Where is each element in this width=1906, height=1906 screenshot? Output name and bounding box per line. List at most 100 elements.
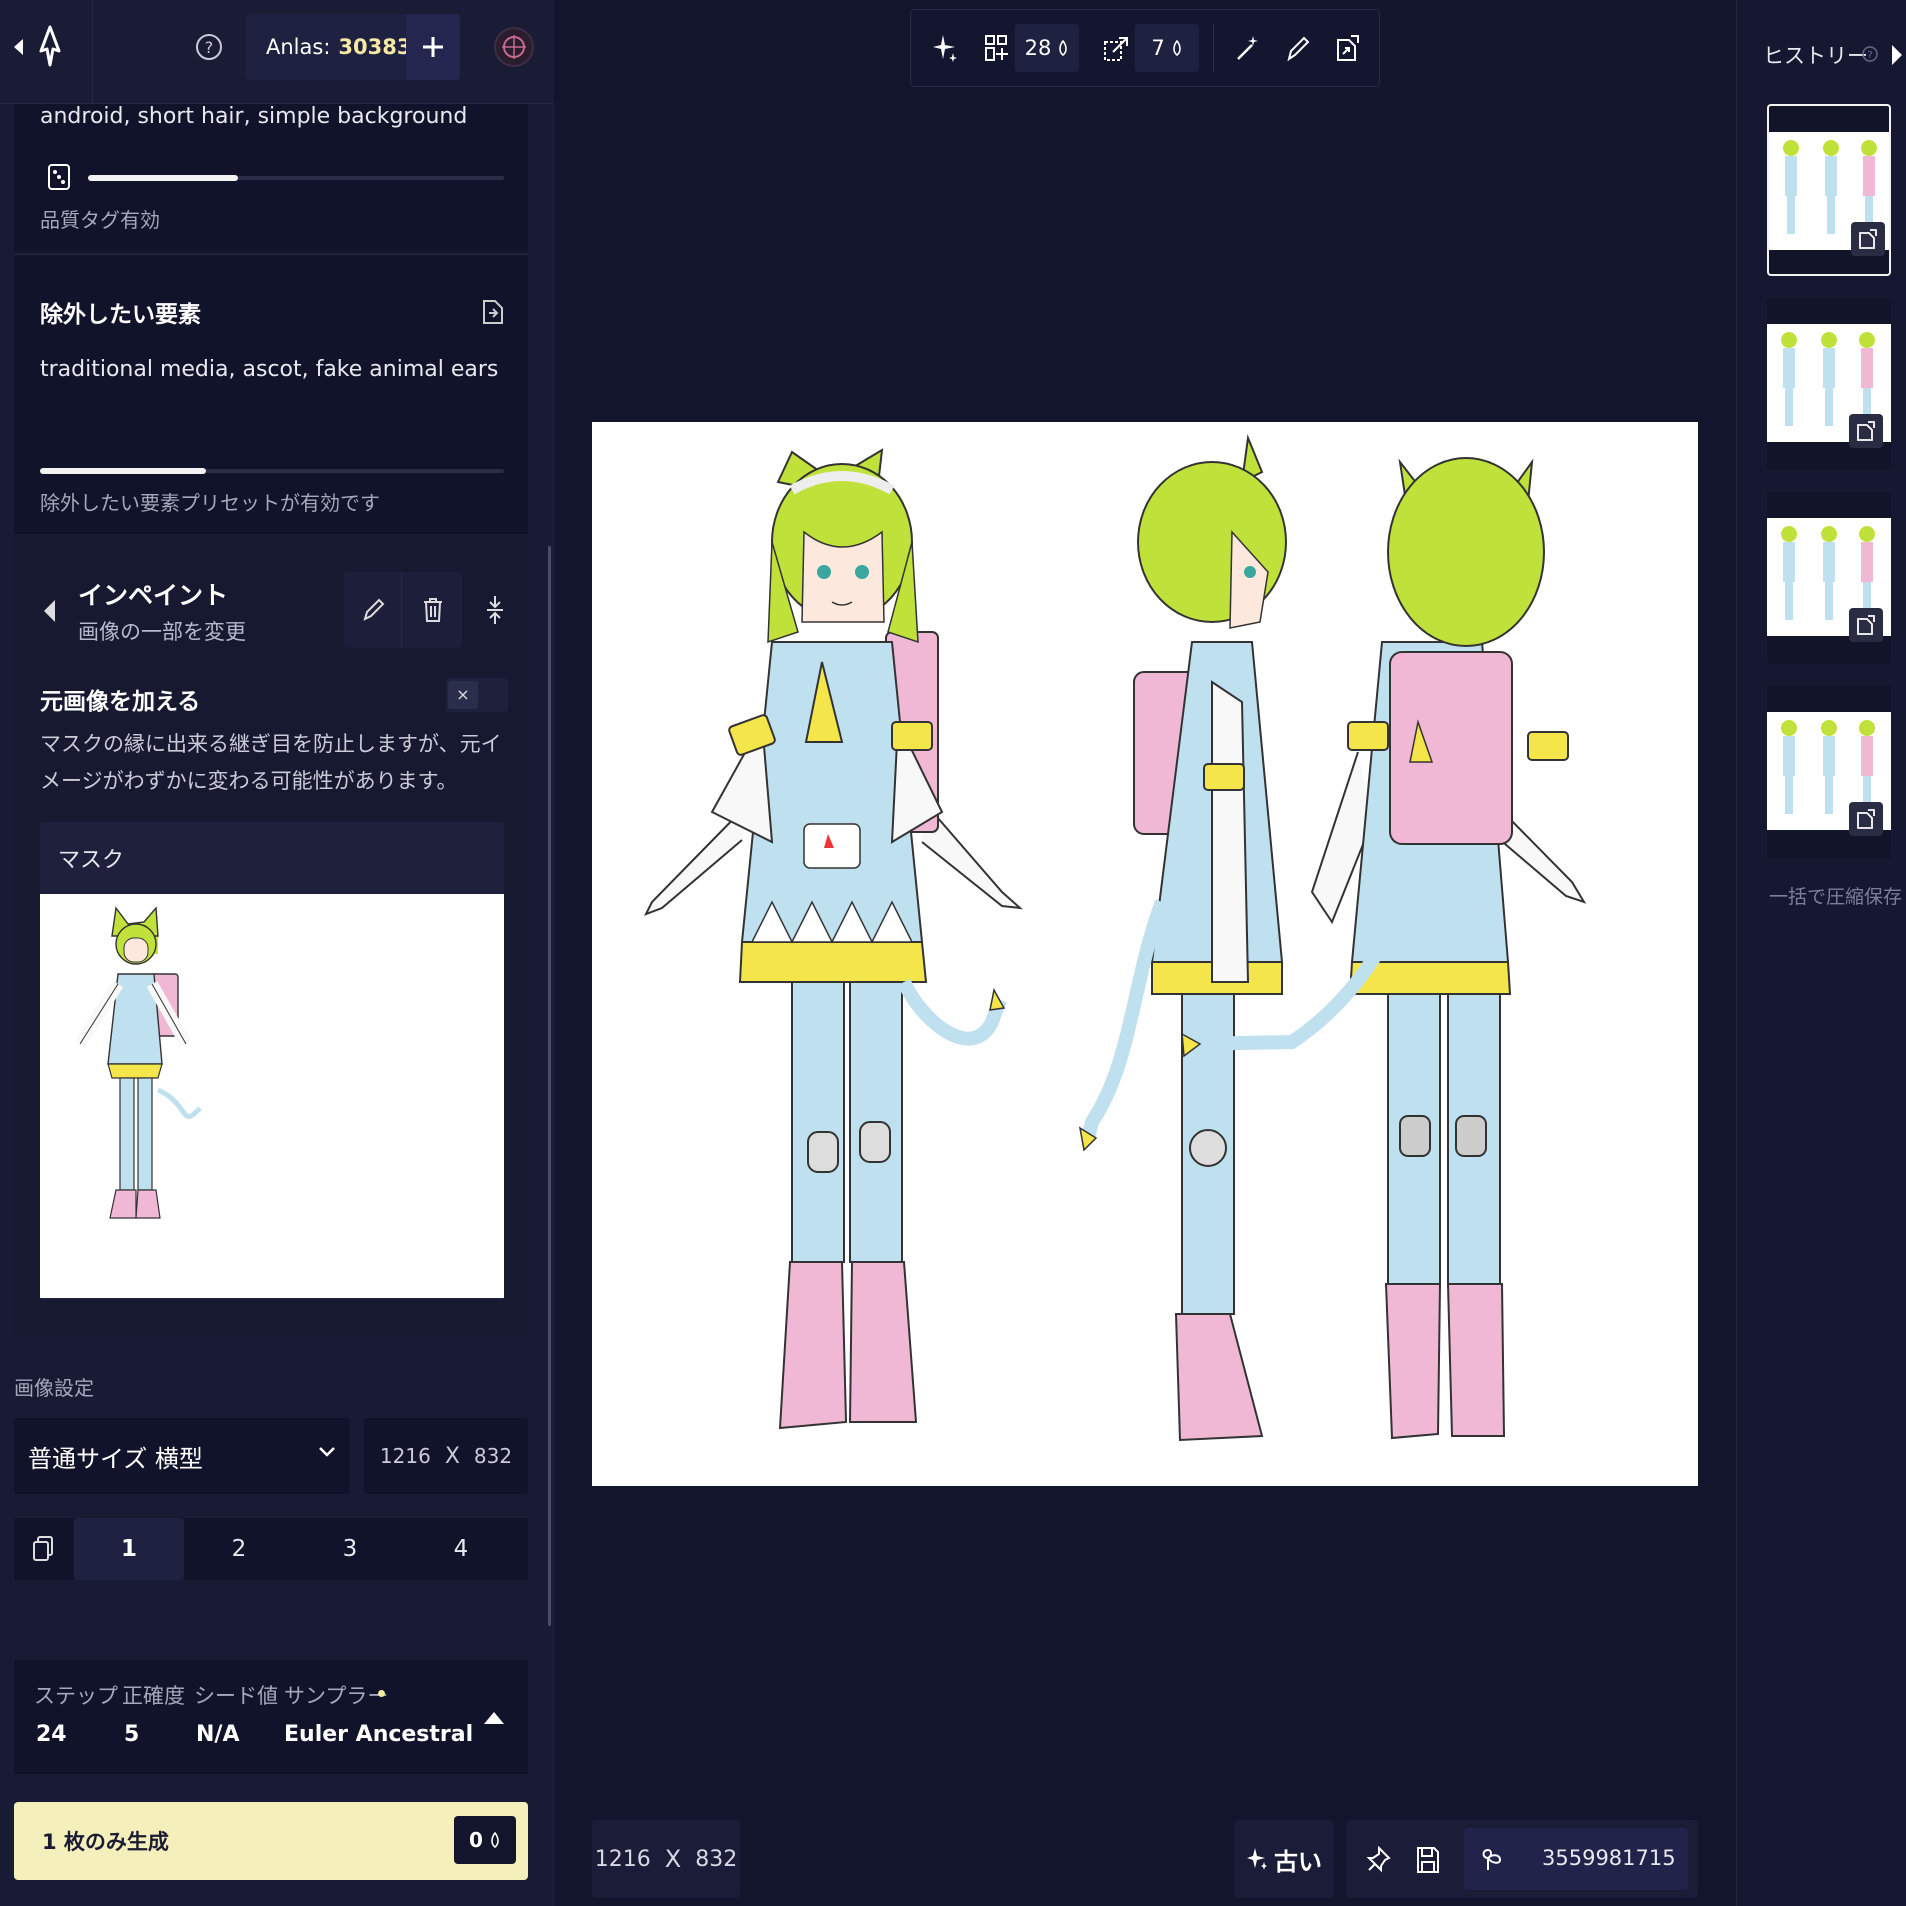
prompt-card: android, short hair, simple background 品… [14,104,528,252]
pin-icon[interactable] [1358,1840,1398,1880]
times-symbol: X [444,1443,460,1469]
save-all-link[interactable]: 一括で圧縮保存 [1769,882,1902,909]
chevron-down-icon [318,1446,336,1458]
top-bar: ? Anlas: 30383 [0,0,554,104]
generate-button[interactable]: 1 枚のみ生成 0 [14,1802,528,1880]
image-count-selector: 1 2 3 4 [14,1518,528,1580]
batch-icon [28,1532,58,1566]
add-original-title: 元画像を加える [40,689,201,715]
back-icon[interactable] [40,596,60,626]
generate-cost-value: 0 [469,1828,483,1852]
image-height: 832 [695,1846,738,1872]
mask-image[interactable] [40,894,504,1298]
magic-wand-icon[interactable] [1229,26,1267,70]
image-actions-bar: 3559981715 [1346,1820,1698,1898]
add-original-toggle[interactable]: × [446,678,508,712]
dimensions-field[interactable]: 1216 X 832 [364,1418,528,1494]
enhance-old-label: 古い [1274,1847,1322,1876]
svg-text:?: ? [1867,50,1872,61]
negative-preset-note: 除外したい要素プリセットが有効です [40,491,380,515]
steps-value: 24 [36,1722,67,1747]
prompt-text[interactable]: android, short hair, simple background [40,104,510,129]
sampler-indicator-dot [378,1690,385,1697]
novelai-logo-icon[interactable] [30,22,70,70]
remove-background-icon[interactable] [1099,26,1133,70]
variations-icon[interactable] [1851,222,1885,256]
pencil-icon[interactable] [1279,26,1317,70]
import-icon[interactable] [478,295,508,329]
variations-icon[interactable] [1849,414,1883,448]
guidance-label: 正確度 [122,1684,185,1708]
width-value[interactable]: 1216 [380,1444,431,1468]
upscale-cost: 28 [1015,24,1079,72]
variations-icon[interactable] [1849,802,1883,836]
count-option-2[interactable]: 2 [184,1518,294,1580]
help-icon[interactable]: ? [190,28,228,66]
negative-prompt-card: 除外したい要素 traditional media, ascot, fake a… [14,254,528,534]
image-width: 1216 [594,1846,651,1872]
image-toolbar: 28 7 [910,9,1380,87]
sampler-value: Euler Ancestral [284,1722,474,1747]
image-dimensions: 1216 X 832 [592,1820,740,1898]
sparkle-icon[interactable] [925,26,965,70]
count-option-3[interactable]: 3 [295,1518,405,1580]
save-icon[interactable] [1408,1840,1448,1880]
divider [92,0,93,104]
size-preset-select[interactable]: 普通サイズ 横型 [14,1418,350,1494]
expand-params-icon[interactable] [480,1704,508,1730]
collapse-right-icon[interactable] [1889,40,1905,70]
steps-label: ステップ [34,1684,118,1708]
history-help-icon[interactable]: ? [1861,44,1879,64]
pencil-icon[interactable] [344,572,402,648]
generate-label: 1 枚のみ生成 [42,1830,169,1854]
generated-image[interactable] [592,422,1698,1486]
anlas-icon [489,1832,501,1848]
prompt-strength-slider[interactable] [88,175,504,181]
add-anlas-button[interactable] [406,14,460,80]
anlas-value: 30383 [338,35,412,59]
seed-value[interactable]: 3559981715 [1542,1846,1676,1870]
count-option-4[interactable]: 4 [406,1518,516,1580]
collapse-icon[interactable] [480,590,510,630]
count-option-1[interactable]: 1 [74,1518,184,1580]
negative-title: 除外したい要素 [40,302,201,328]
generation-params[interactable]: ステップ 24 正確度 5 シード値 N/A サンプラー Euler Ances… [14,1660,528,1774]
toolbar-divider [1213,24,1214,72]
left-panel-scrollbar[interactable] [548,546,551,1626]
upscale-cost-value: 28 [1024,36,1052,60]
upscale-icon[interactable] [979,26,1013,70]
quality-tags-note: 品質タグ有効 [40,208,160,232]
collapse-left-icon[interactable] [8,30,30,64]
history-item[interactable] [1767,298,1891,470]
anlas-label: Anlas: [266,35,331,59]
generate-cost: 0 [454,1816,516,1864]
history-panel: ヒストリー ? 一括で圧縮保存 [1736,0,1906,1906]
seed-label: シード値 [194,1684,278,1708]
dice-icon[interactable] [44,160,74,194]
negative-strength-slider[interactable] [40,468,504,474]
sampler-label: サンプラー [284,1684,389,1708]
inpaint-actions [344,572,462,648]
mask-label: マスク [58,848,125,873]
figure-side [1078,434,1287,1442]
avatar[interactable] [494,18,534,76]
history-item[interactable] [1767,492,1891,664]
guidance-value: 5 [124,1722,140,1747]
history-item[interactable] [1767,104,1891,276]
seed-sprout-icon [1476,1842,1508,1876]
height-value[interactable]: 832 [474,1444,512,1468]
seed-field[interactable]: 3559981715 [1464,1828,1688,1890]
image-settings-label: 画像設定 [14,1376,94,1400]
variations-icon[interactable] [1329,26,1367,70]
seed-value: N/A [196,1722,240,1747]
variations-icon[interactable] [1849,608,1883,642]
times-symbol: X [664,1845,682,1873]
inpaint-section: インペイント 画像の一部を変更 元画像を加える × マスクの縁に出来る継ぎ目を防… [14,536,528,1336]
toggle-knob: × [448,681,478,709]
history-item[interactable] [1767,686,1891,858]
svg-text:?: ? [205,38,214,57]
enhance-old-button[interactable]: 古い [1234,1820,1334,1898]
negative-text[interactable]: traditional media, ascot, fake animal ea… [40,357,510,382]
trash-icon[interactable] [404,572,462,648]
size-preset-value: 普通サイズ 横型 [28,1444,203,1473]
